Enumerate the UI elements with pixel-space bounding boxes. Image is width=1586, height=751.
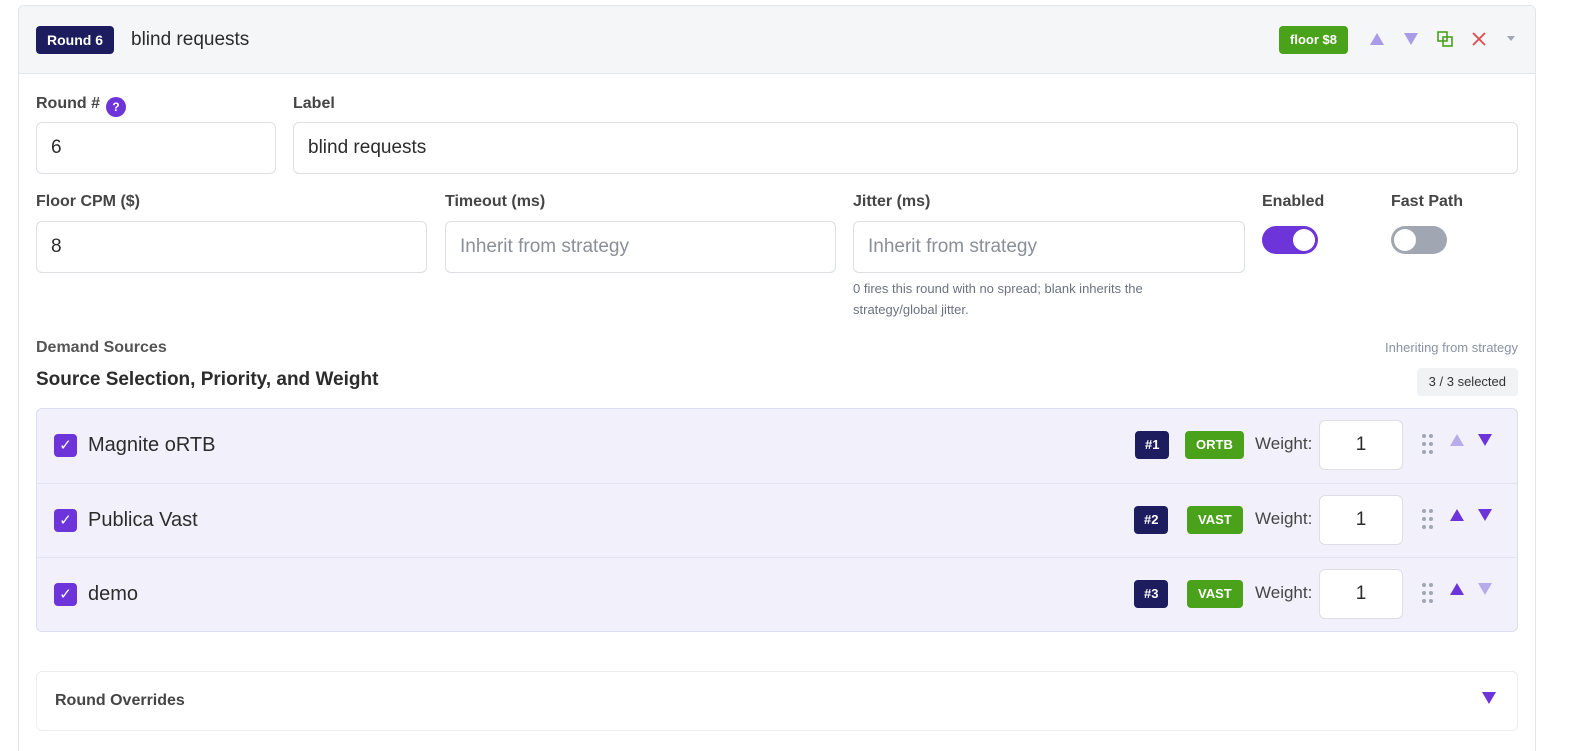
jitter-help-text: 0 fires this round with no spread; blank… (853, 281, 1143, 317)
source-name: Magnite oRTB (88, 434, 216, 456)
weight-input[interactable] (1319, 495, 1403, 545)
jitter-label: Jitter (ms) (853, 193, 931, 210)
priority-badge: #3 (1134, 580, 1169, 608)
round-overrides-panel[interactable]: Round Overrides (36, 671, 1518, 731)
drag-handle-icon[interactable] (1421, 508, 1435, 530)
round-overrides-title: Round Overrides (55, 692, 185, 709)
fast-path-label: Fast Path (1391, 193, 1464, 210)
floor-badge: floor $8 (1279, 26, 1348, 54)
fast-path-toggle[interactable] (1391, 226, 1447, 254)
weight-label: Weight: (1255, 583, 1313, 602)
weight-input[interactable] (1319, 569, 1403, 619)
weight-label: Weight: (1255, 434, 1313, 453)
move-up-icon[interactable] (1449, 508, 1469, 528)
round-number-input[interactable] (36, 122, 276, 174)
source-row: ✓ Publica Vast #2 VAST Weight: (37, 483, 1517, 557)
toggle-knob (1293, 229, 1315, 251)
drag-handle-icon[interactable] (1421, 582, 1435, 604)
source-checkbox[interactable]: ✓ (54, 434, 77, 457)
label-label: Label (293, 95, 335, 112)
floor-cpm-input[interactable] (36, 221, 427, 273)
enabled-toggle[interactable] (1262, 226, 1318, 254)
timeout-label: Timeout (ms) (445, 193, 546, 210)
drag-handle-icon[interactable] (1421, 433, 1435, 455)
timeout-input[interactable] (445, 221, 836, 273)
type-badge: ORTB (1185, 431, 1244, 459)
collapse-icon[interactable] (1500, 28, 1522, 50)
round-number-label: Round #? (36, 94, 126, 117)
source-checkbox[interactable]: ✓ (54, 509, 77, 532)
floor-cpm-label: Floor CPM ($) (36, 193, 140, 210)
source-selection-title: Source Selection, Priority, and Weight (36, 369, 379, 390)
weight-label: Weight: (1255, 509, 1313, 528)
round-header[interactable]: Round 6 blind requests floor $8 (19, 6, 1535, 74)
chevron-down-icon[interactable] (1481, 691, 1501, 711)
source-checkbox[interactable]: ✓ (54, 583, 77, 606)
enabled-label: Enabled (1262, 193, 1325, 210)
weight-input[interactable] (1319, 420, 1403, 470)
move-up-icon[interactable] (1366, 28, 1388, 50)
move-down-icon[interactable] (1477, 508, 1497, 528)
label-input[interactable] (293, 122, 1518, 174)
priority-badge: #1 (1135, 431, 1170, 459)
duplicate-icon[interactable] (1434, 28, 1456, 50)
move-down-icon[interactable] (1400, 28, 1422, 50)
move-down-icon[interactable] (1477, 433, 1497, 453)
source-name: Publica Vast (88, 509, 198, 531)
inherit-note: Inheriting from strategy (1385, 340, 1518, 355)
move-up-icon[interactable] (1449, 433, 1469, 453)
round-card: Round 6 blind requests floor $8 Round #?… (18, 5, 1536, 751)
source-row: ✓ Magnite oRTB #1 ORTB Weight: (37, 409, 1517, 483)
priority-badge: #2 (1134, 506, 1169, 534)
round-title: blind requests (131, 29, 250, 50)
move-up-icon[interactable] (1449, 582, 1469, 602)
round-badge: Round 6 (36, 26, 114, 54)
move-down-icon[interactable] (1477, 582, 1497, 602)
jitter-input[interactable] (853, 221, 1245, 273)
delete-icon[interactable] (1468, 28, 1490, 50)
type-badge: VAST (1187, 580, 1243, 608)
source-name: demo (88, 583, 139, 605)
demand-sources-label: Demand Sources (36, 339, 167, 356)
toggle-knob (1394, 229, 1416, 251)
help-icon[interactable]: ? (106, 97, 126, 117)
source-list: ✓ Magnite oRTB #1 ORTB Weight: ✓ Publica… (36, 408, 1518, 632)
source-row: ✓ demo #3 VAST Weight: (37, 557, 1517, 631)
selected-count-badge: 3 / 3 selected (1416, 368, 1518, 396)
type-badge: VAST (1187, 506, 1243, 534)
